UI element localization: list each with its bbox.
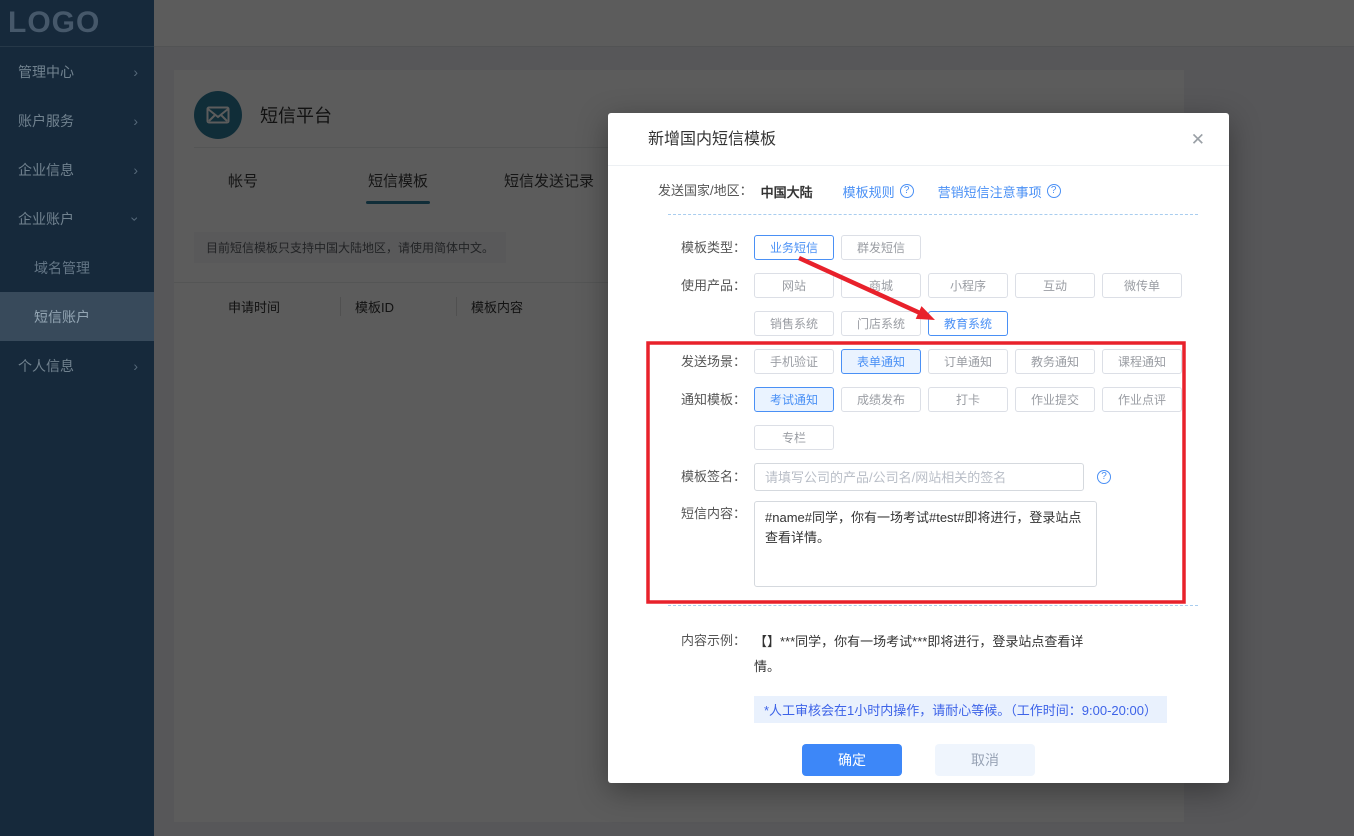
- modal-title: 新增国内短信模板: [648, 130, 777, 148]
- help-icon[interactable]: ?: [1046, 184, 1061, 198]
- option-sales-system[interactable]: 销售系统: [754, 311, 834, 336]
- option-mall[interactable]: 商城: [841, 273, 921, 298]
- signature-help-icon[interactable]: ?: [1097, 470, 1111, 484]
- option-homework-submit[interactable]: 作业提交: [1015, 387, 1095, 412]
- notify-label: 通知模板：: [680, 392, 746, 407]
- option-academic-notice[interactable]: 教务通知: [1015, 349, 1095, 374]
- sms-content-row: 短信内容： #name#同学，你有一场考试#test#即将进行，登录站点查看详情…: [608, 501, 1229, 587]
- template_type-options: 业务短信 群发短信: [754, 235, 1196, 260]
- sidebar-item-label: 短信账户: [34, 308, 90, 325]
- option-micro-flyer[interactable]: 微传单: [1102, 273, 1182, 298]
- send-scene-row: 发送场景： 手机验证 表单通知 订单通知 教务通知 课程通知: [608, 349, 1229, 374]
- option-bulk-sms[interactable]: 群发短信: [841, 235, 921, 260]
- template-type-row: 模板类型： 业务短信 群发短信: [608, 235, 1229, 260]
- product-row: 使用产品： 网站 商城 小程序 互动 微传单销售系统 门店系统 教育系统: [608, 273, 1229, 336]
- region-row: 发送国家/地区： 中国大陆 模板规则? 营销短信注意事项?: [608, 181, 1229, 201]
- app-window: LOGO 管理中心 › 账户服务 › 企业信息 › 企业账户 › 域名管理短信账户个人信息 › 短…: [0, 0, 1354, 836]
- sidebar-item-enterprise-account[interactable]: 企业账户 ›: [0, 194, 154, 243]
- option-interaction[interactable]: 互动: [1015, 273, 1095, 298]
- scene-options: 手机验证 表单通知 订单通知 教务通知 课程通知: [754, 349, 1196, 374]
- example-label: 内容示例：: [680, 633, 746, 648]
- signature-row: 模板签名： ?: [608, 463, 1229, 491]
- sidebar-item-label: 管理中心: [18, 63, 74, 80]
- add-domestic-sms-template-modal: 新增国内短信模板 ✕ 发送国家/地区： 中国大陆 模板规则? 营销短信注意事项?…: [608, 113, 1229, 783]
- scene-label: 发送场景：: [680, 354, 746, 369]
- region-value: 中国大陆: [760, 184, 813, 200]
- cancel-button[interactable]: 取消: [935, 744, 1035, 776]
- chevron-right-icon: ›: [133, 357, 138, 374]
- help-icon[interactable]: ?: [899, 184, 914, 198]
- modal-actions: 确定 取消: [802, 744, 1229, 776]
- close-icon[interactable]: ✕: [1191, 131, 1205, 148]
- option-website[interactable]: 网站: [754, 273, 834, 298]
- sidebar-item-label: 域名管理: [34, 259, 90, 276]
- logo: LOGO: [0, 0, 154, 47]
- option-education-system[interactable]: 教育系统: [928, 311, 1008, 336]
- sidebar-item-domain-management[interactable]: 域名管理: [0, 243, 154, 292]
- template_type-label: 模板类型：: [680, 240, 746, 255]
- signature-input[interactable]: [754, 463, 1084, 491]
- option-course-notice[interactable]: 课程通知: [1102, 349, 1182, 374]
- sidebar-item-personal-info[interactable]: 个人信息 ›: [0, 341, 154, 390]
- sidebar-item-account-service[interactable]: 账户服务 ›: [0, 96, 154, 145]
- sidebar-item-label: 企业账户: [18, 210, 74, 227]
- sidebar-item-management-center[interactable]: 管理中心 ›: [0, 47, 154, 96]
- option-grade-release[interactable]: 成绩发布: [841, 387, 921, 412]
- notify-options: 考试通知 成绩发布 打卡 作业提交 作业点评专栏: [754, 387, 1196, 450]
- option-store-system[interactable]: 门店系统: [841, 311, 921, 336]
- review-note: *人工审核会在1小时内操作，请耐心等候。（工作时间：9:00-20:00）: [754, 696, 1167, 723]
- option-form-notice[interactable]: 表单通知: [841, 349, 921, 374]
- sidebar-nav: 管理中心 › 账户服务 › 企业信息 › 企业账户 › 域名管理短信账户个人信息 ›: [0, 47, 154, 390]
- sidebar-item-enterprise-info[interactable]: 企业信息 ›: [0, 145, 154, 194]
- option-homework-review[interactable]: 作业点评: [1102, 387, 1182, 412]
- product-label: 使用产品：: [680, 278, 746, 293]
- modal-header: 新增国内短信模板 ✕: [608, 113, 1229, 166]
- example-row: 内容示例： 【】***同学，你有一场考试***即将进行，登录站点查看详情。: [608, 629, 1229, 679]
- sidebar-item-sms-account[interactable]: 短信账户: [0, 292, 154, 341]
- notify-template-row: 通知模板： 考试通知 成绩发布 打卡 作业提交 作业点评专栏: [608, 387, 1229, 450]
- option-column[interactable]: 专栏: [754, 425, 834, 450]
- marketing-sms-notes-link[interactable]: 营销短信注意事项?: [938, 182, 1061, 201]
- chevron-right-icon: ›: [133, 161, 138, 178]
- dashed-divider: [668, 605, 1198, 606]
- sidebar: LOGO 管理中心 › 账户服务 › 企业信息 › 企业账户 › 域名管理短信账户个人信息 ›: [0, 0, 154, 836]
- sms-content-label: 短信内容：: [680, 506, 746, 521]
- option-order-notice[interactable]: 订单通知: [928, 349, 1008, 374]
- sidebar-item-label: 企业信息: [18, 161, 74, 178]
- option-phone-verification[interactable]: 手机验证: [754, 349, 834, 374]
- option-exam-notice[interactable]: 考试通知: [754, 387, 834, 412]
- sidebar-item-label: 账户服务: [18, 112, 74, 129]
- chevron-right-icon: ›: [133, 63, 138, 80]
- chevron-down-icon: ›: [127, 216, 144, 221]
- signature-label: 模板签名：: [680, 469, 746, 484]
- dashed-divider: [668, 214, 1198, 215]
- option-check-in[interactable]: 打卡: [928, 387, 1008, 412]
- confirm-button[interactable]: 确定: [802, 744, 902, 776]
- option-mini-program[interactable]: 小程序: [928, 273, 1008, 298]
- product-options: 网站 商城 小程序 互动 微传单销售系统 门店系统 教育系统: [754, 273, 1196, 336]
- sidebar-item-label: 个人信息: [18, 357, 74, 374]
- template-rules-link[interactable]: 模板规则?: [843, 182, 914, 201]
- option-business-sms[interactable]: 业务短信: [754, 235, 834, 260]
- sms-content-textarea[interactable]: #name#同学，你有一场考试#test#即将进行，登录站点查看详情。: [754, 501, 1097, 587]
- chevron-right-icon: ›: [133, 112, 138, 129]
- example-text: 【】***同学，你有一场考试***即将进行，登录站点查看详情。: [754, 634, 1084, 674]
- region-label: 发送国家/地区：: [658, 183, 753, 198]
